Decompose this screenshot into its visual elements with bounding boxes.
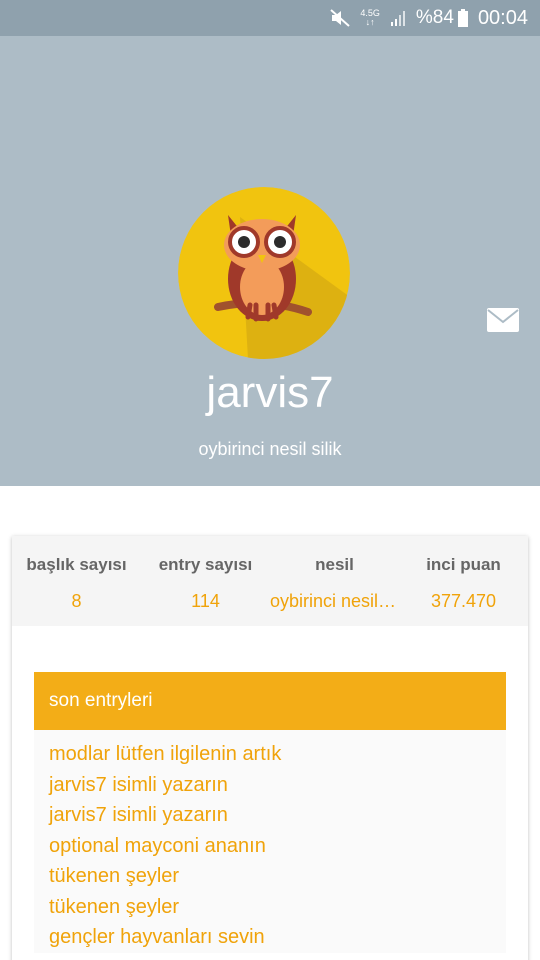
profile-header: jarvis7 oybirinci nesil silik (0, 36, 540, 486)
stat-karma[interactable]: inci puan 377.470 (399, 536, 528, 626)
entry-link[interactable]: tükenen şeyler (34, 861, 506, 892)
stat-entry-count[interactable]: entry sayısı 114 (141, 536, 270, 626)
entry-link[interactable]: optional mayconi ananın (34, 831, 506, 862)
stat-value: oybirinci nesil silik (270, 591, 399, 611)
network-arrows: ↓↑ (365, 17, 375, 27)
signal-icon (390, 9, 406, 27)
stat-value: 377.470 (430, 591, 497, 611)
entry-link[interactable]: gençler hayvanları sevin (34, 922, 506, 953)
entry-link[interactable]: jarvis7 isimli yazarın (34, 770, 506, 801)
entry-link[interactable]: jarvis7 isimli yazarın (34, 800, 506, 831)
stat-topic-count[interactable]: başlık sayısı 8 (12, 536, 141, 626)
battery-percent: %84 (415, 7, 454, 28)
recent-entries-section: son entryleri modlar lütfen ilgilenin ar… (34, 672, 506, 953)
stat-label: entry sayısı (158, 555, 253, 574)
stat-value: 114 (191, 591, 220, 611)
stat-label: başlık sayısı (26, 555, 127, 574)
stat-label: inci puan (426, 555, 501, 574)
clock: 00:04 (477, 6, 528, 29)
owl-avatar[interactable] (178, 187, 350, 359)
status-bar: 4.5G ↓↑ %84 00:04 (0, 0, 540, 36)
user-tagline: oybirinci nesil silik (198, 439, 342, 459)
entry-link[interactable]: modlar lütfen ilgilenin artık (34, 739, 506, 770)
battery-icon (457, 9, 468, 27)
mail-icon (487, 308, 519, 332)
recent-entries-header: son entryleri (34, 672, 506, 730)
profile-card: başlık sayısı 8 entry sayısı 114 nesil o… (12, 536, 528, 960)
recent-entries-list: modlar lütfen ilgilenin artık jarvis7 is… (34, 730, 506, 953)
message-button[interactable] (486, 307, 522, 335)
username: jarvis7 (206, 368, 334, 417)
entry-link[interactable]: tükenen şeyler (34, 892, 506, 923)
stat-label: nesil (315, 555, 354, 574)
stat-generation[interactable]: nesil oybirinci nesil silik (270, 536, 399, 626)
mute-icon (330, 9, 351, 27)
stats-row: başlık sayısı 8 entry sayısı 114 nesil o… (12, 536, 528, 626)
network-arrows-icon: 4.5G ↓↑ (360, 9, 380, 27)
stat-value: 8 (71, 591, 82, 611)
